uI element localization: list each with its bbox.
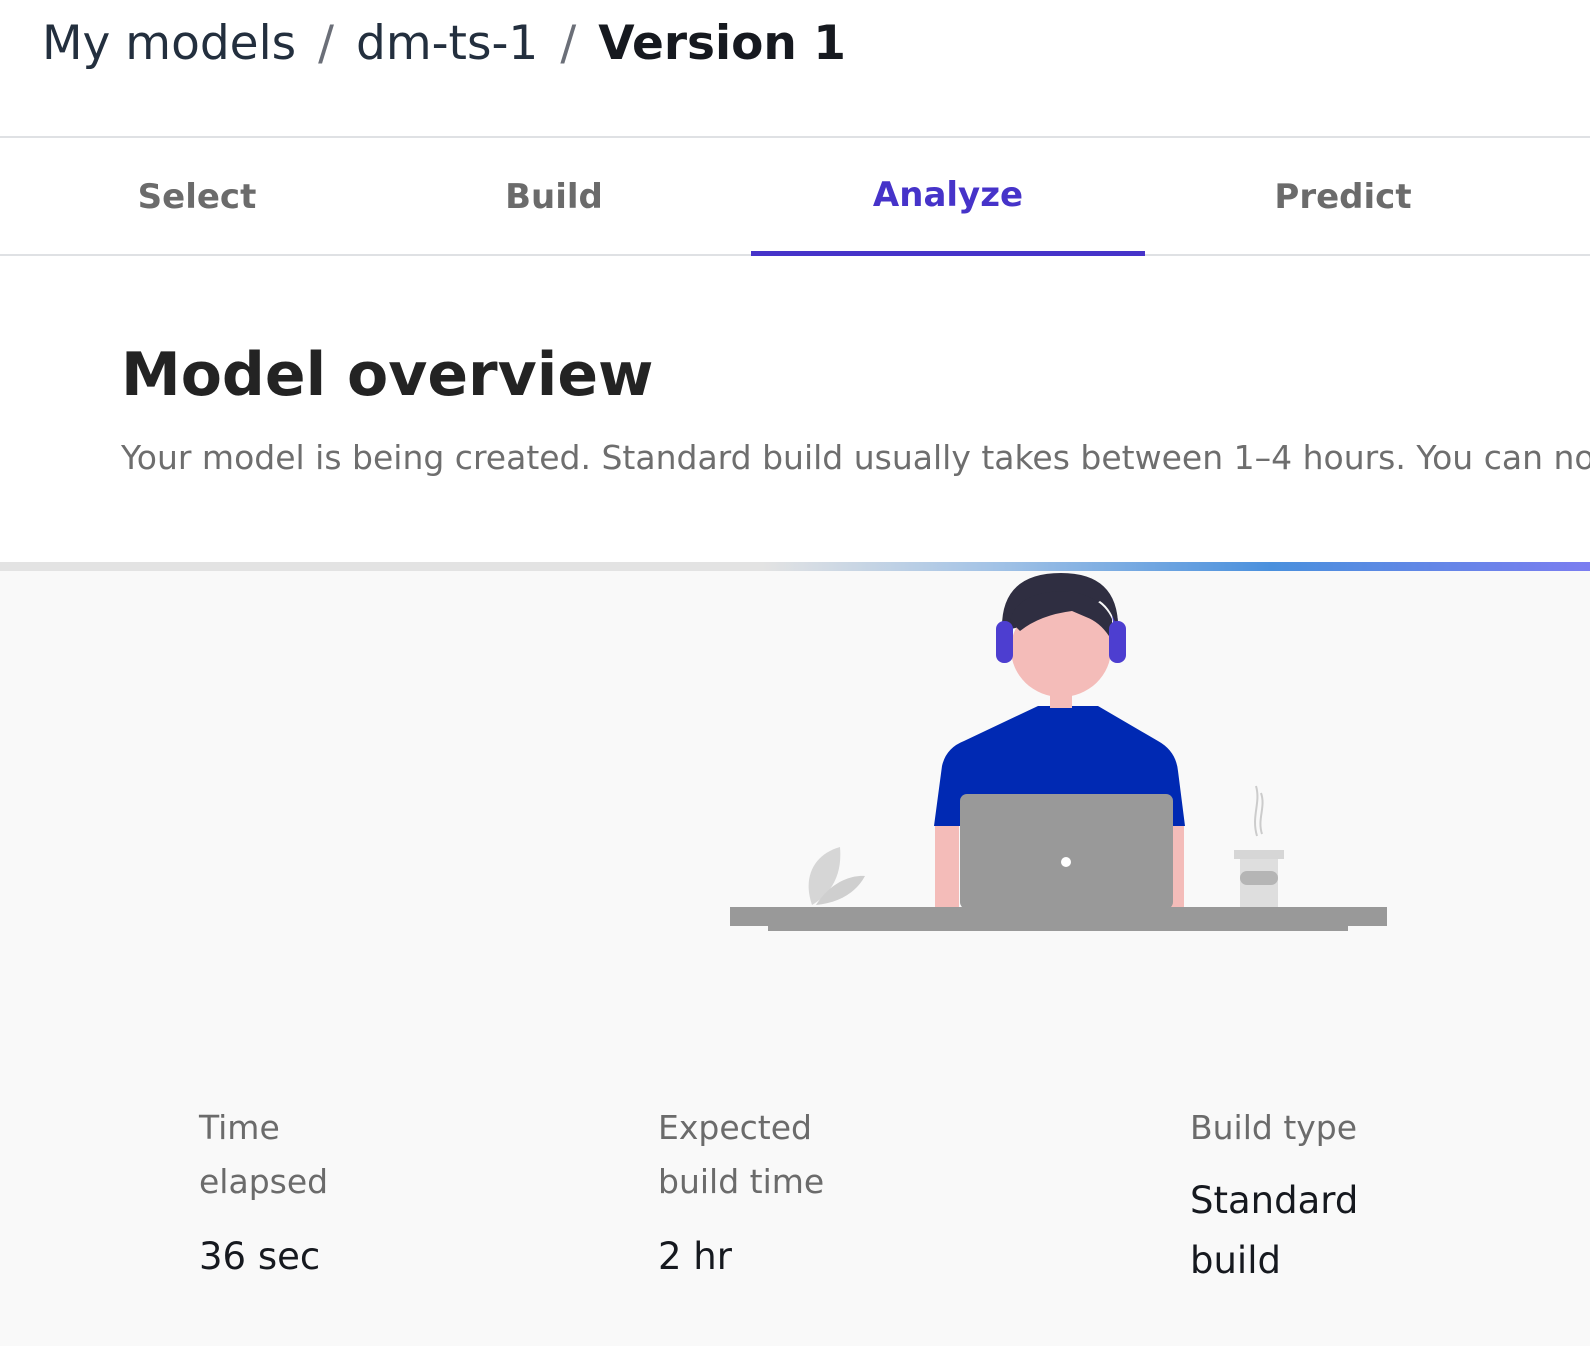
breadcrumb-my-models[interactable]: My models <box>42 16 296 71</box>
build-progress-fill <box>0 562 1590 571</box>
tab-select[interactable]: Select <box>0 138 394 256</box>
breadcrumb: My models / dm-ts-1 / Version 1 <box>42 8 846 78</box>
stat-build-type: Build type Standard build <box>1190 1101 1358 1291</box>
stat-label: Time <box>199 1108 280 1147</box>
stat-expected-build-time: Expected build time 2 hr <box>658 1101 824 1287</box>
stat-label: elapsed <box>199 1162 329 1201</box>
tab-build[interactable]: Build <box>357 138 751 256</box>
breadcrumb-separator: / <box>318 15 334 71</box>
tab-analyze[interactable]: Analyze <box>751 138 1145 256</box>
person-with-laptop-illustration <box>730 573 1387 931</box>
stat-time-elapsed: Time elapsed 36 sec <box>199 1101 328 1287</box>
stat-value: Standard <box>1190 1179 1359 1222</box>
breadcrumb-model-name[interactable]: dm-ts-1 <box>356 16 538 71</box>
build-status-panel: Time elapsed 36 sec Expected build time … <box>0 571 1590 1346</box>
overview-description: Your model is being created. Standard bu… <box>121 438 1590 477</box>
breadcrumb-separator: / <box>560 15 577 71</box>
stat-value: build <box>1190 1239 1281 1282</box>
stat-label: build time <box>658 1162 825 1201</box>
tab-predict[interactable]: Predict <box>1146 138 1540 256</box>
breadcrumb-current-version: Version 1 <box>598 15 846 71</box>
stat-value: 36 sec <box>199 1235 321 1278</box>
stat-label: Expected <box>658 1108 812 1147</box>
stat-label: Build type <box>1190 1108 1358 1147</box>
page-title: Model overview <box>121 340 654 410</box>
build-progress-bar <box>0 562 1590 571</box>
workflow-tabs: Select Build Analyze Predict <box>0 136 1590 256</box>
stat-value: 2 hr <box>658 1235 732 1278</box>
